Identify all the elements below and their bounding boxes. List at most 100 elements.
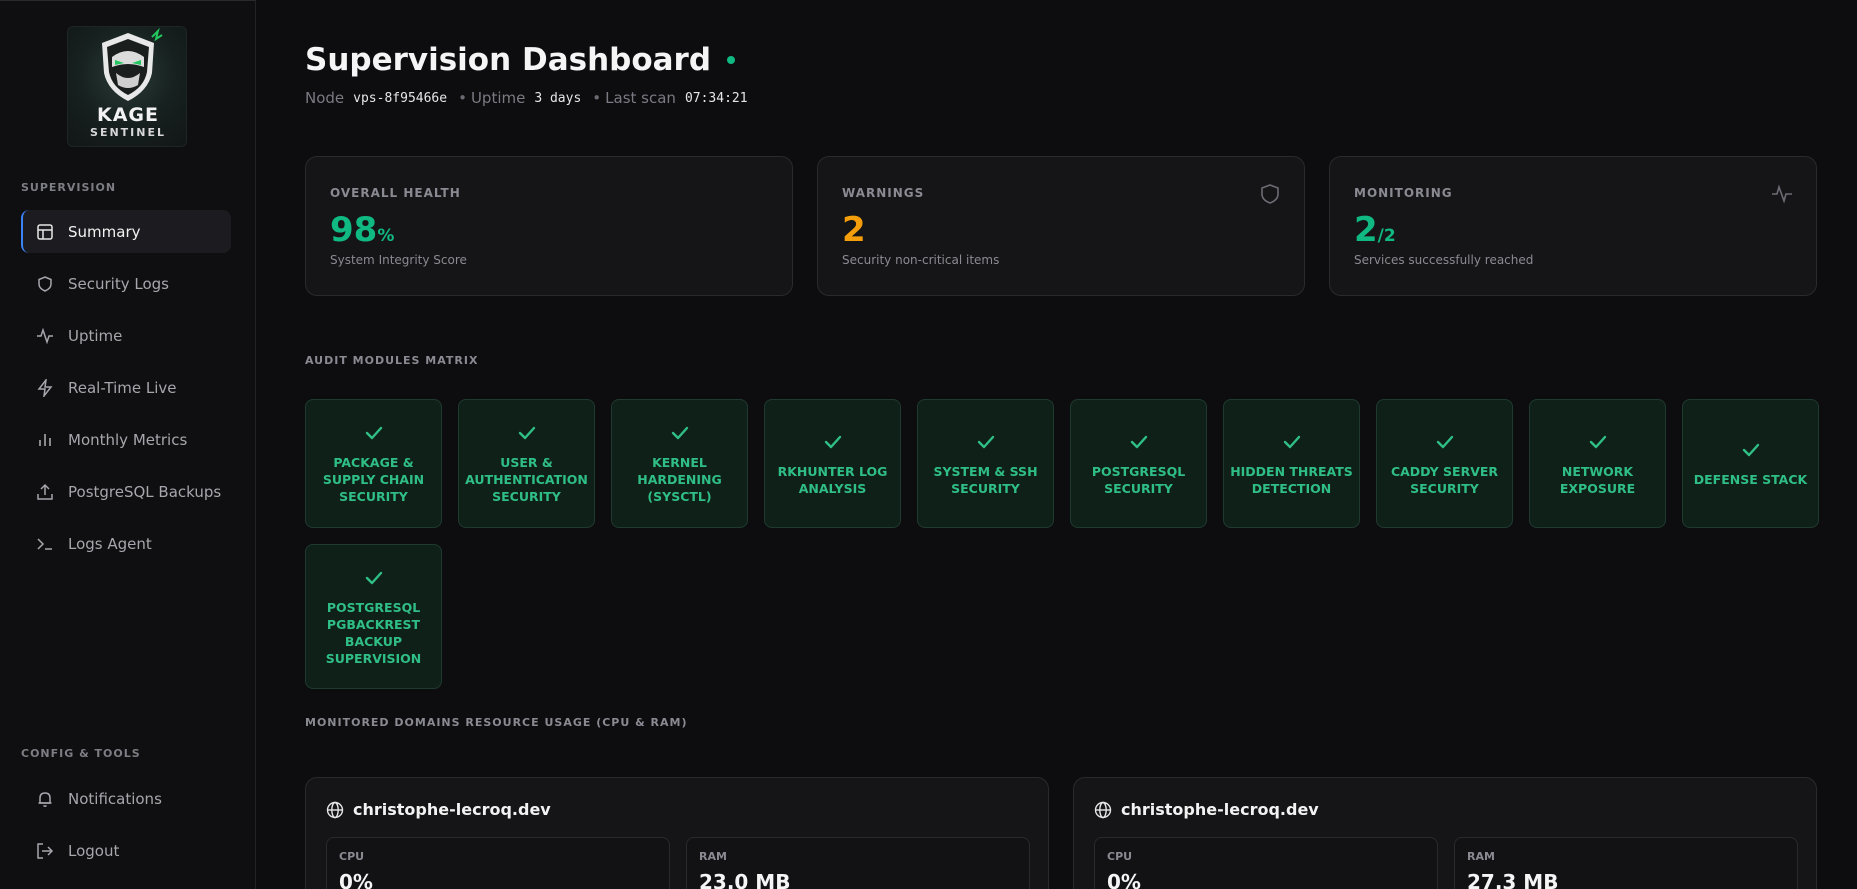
check-icon — [518, 426, 535, 440]
card-value: 98% — [330, 210, 394, 250]
audit-section-title: AUDIT MODULES MATRIX — [305, 354, 479, 367]
domain-card: christophe-lecroq.dev CPU 0% RAM 27.3 MB — [1073, 777, 1817, 889]
module-title: NETWORK EXPOSURE — [1559, 463, 1636, 496]
audit-module-tile[interactable]: HIDDEN THREATS DETECTION — [1223, 399, 1360, 528]
sidebar-item-logout[interactable]: Logout — [21, 829, 231, 872]
sidebar-item-security-logs[interactable]: Security Logs — [21, 262, 231, 305]
ram-metric: RAM 27.3 MB — [1454, 837, 1798, 889]
sidebar-item-logs-agent[interactable]: Logs Agent — [21, 522, 231, 565]
kage-sentinel-logo[interactable]: KAGE SENTINEL — [67, 26, 187, 147]
lightning-icon — [36, 376, 54, 399]
brand-subname: SENTINEL — [90, 126, 166, 139]
ninja-shield-icon — [102, 27, 163, 101]
metric-label: CPU — [339, 850, 365, 863]
node-value: vps-8f95466e — [353, 90, 448, 106]
check-icon — [1436, 435, 1453, 448]
check-icon — [1589, 435, 1606, 448]
audit-module-tile[interactable]: POSTGRESQL SECURITY — [1070, 399, 1207, 528]
check-icon — [671, 426, 688, 440]
card-value: 2 — [842, 210, 866, 250]
cpu-metric: CPU 0% — [1094, 837, 1438, 889]
ram-value: 23.0 MB — [699, 870, 791, 889]
sidebar-item-label: Real-Time Live — [68, 378, 177, 397]
module-title: POSTGRESQL PGBACKREST BACKUP SUPERVISION — [325, 599, 422, 666]
domain-name: christophe-lecroq.dev — [353, 800, 551, 819]
overall-health-card: OVERALL HEALTH 98% System Integrity Scor… — [305, 156, 793, 296]
globe-icon — [1094, 801, 1112, 818]
main-content: Supervision Dashboard Node vps-8f95466e … — [257, 0, 1857, 889]
module-title: HIDDEN THREATS DETECTION — [1230, 463, 1353, 496]
sidebar-item-label: Logout — [68, 841, 120, 860]
uptime-label: Uptime — [470, 89, 526, 107]
shield-icon — [1261, 184, 1279, 204]
sidebar-item-monthly-metrics[interactable]: Monthly Metrics — [21, 418, 231, 461]
sidebar-item-real-time-live[interactable]: Real-Time Live — [21, 366, 231, 409]
upload-icon — [36, 483, 54, 501]
bell-icon — [36, 790, 54, 808]
module-title: POSTGRESQL SECURITY — [1091, 463, 1186, 496]
audit-module-tile[interactable]: PACKAGE & SUPPLY CHAIN SECURITY — [305, 399, 442, 528]
check-icon — [365, 571, 382, 584]
live-status-dot — [727, 56, 736, 64]
terminal-icon — [36, 535, 54, 553]
page-header: Supervision Dashboard — [305, 42, 736, 78]
sidebar-item-label: Summary — [68, 222, 141, 241]
uptime-value: 3 days — [534, 90, 582, 106]
health-score: 98 — [330, 210, 378, 250]
sidebar-item-label: Security Logs — [68, 274, 169, 293]
audit-module-tile[interactable]: KERNEL HARDENING (SYSCTL) — [611, 399, 748, 528]
audit-module-tile[interactable]: NETWORK EXPOSURE — [1529, 399, 1666, 528]
monitoring-count: 2 — [1354, 210, 1378, 250]
audit-module-tile[interactable]: POSTGRESQL PGBACKREST BACKUP SUPERVISION — [305, 544, 442, 689]
page-title: Supervision Dashboard — [305, 42, 712, 78]
check-icon — [1130, 435, 1147, 448]
domain-card: christophe-lecroq.dev CPU 0% RAM 23.0 MB — [305, 777, 1049, 889]
ram-value: 27.3 MB — [1467, 870, 1559, 889]
module-title: SYSTEM & SSH SECURITY — [933, 463, 1038, 496]
domain-header: christophe-lecroq.dev — [326, 800, 551, 819]
check-icon — [365, 426, 382, 440]
audit-module-tile[interactable]: DEFENSE STACK — [1682, 399, 1819, 528]
check-icon — [1283, 435, 1300, 448]
sidebar-item-uptime[interactable]: Uptime — [21, 314, 231, 357]
module-title: RKHUNTER LOG ANALYSIS — [777, 463, 888, 496]
metric-label: RAM — [699, 850, 727, 863]
sidebar-item-label: Uptime — [68, 326, 123, 345]
sidebar-item-label: Notifications — [68, 789, 162, 808]
monitoring-card: MONITORING 2/2 Services successfully rea… — [1329, 156, 1817, 296]
card-description: Security non-critical items — [842, 253, 1000, 267]
audit-module-tile[interactable]: USER & AUTHENTICATION SECURITY — [458, 399, 595, 528]
cpu-metric: CPU 0% — [326, 837, 670, 889]
audit-module-tile[interactable]: SYSTEM & SSH SECURITY — [917, 399, 1054, 528]
cpu-value: 0% — [1107, 870, 1141, 889]
health-suffix: % — [377, 226, 395, 246]
check-icon — [1742, 443, 1759, 457]
check-icon — [977, 435, 994, 448]
sidebar-item-postgresql-backups[interactable]: PostgreSQL Backups — [21, 470, 231, 513]
cpu-value: 0% — [339, 870, 373, 889]
node-label: Node — [305, 89, 345, 107]
card-value: 2/2 — [1354, 210, 1396, 250]
monitoring-suffix: /2 — [1377, 226, 1396, 246]
section-label-supervision: SUPERVISION — [21, 181, 117, 194]
scan-value: 07:34:21 — [684, 90, 748, 106]
warnings-count: 2 — [842, 210, 866, 250]
card-label: WARNINGS — [842, 186, 925, 200]
module-title: KERNEL HARDENING (SYSCTL) — [637, 455, 722, 504]
module-title: PACKAGE & SUPPLY CHAIN SECURITY — [322, 455, 425, 504]
sidebar-item-notifications[interactable]: Notifications — [21, 777, 231, 820]
domains-section-title: MONITORED DOMAINS RESOURCE USAGE (CPU & … — [305, 716, 688, 729]
sidebar-item-label: Monthly Metrics — [68, 430, 188, 449]
logout-icon — [36, 842, 54, 860]
module-title: USER & AUTHENTICATION SECURITY — [465, 455, 588, 504]
sidebar-item-summary[interactable]: Summary — [21, 210, 231, 253]
audit-module-tile[interactable]: CADDY SERVER SECURITY — [1376, 399, 1513, 528]
layout-icon — [36, 223, 54, 241]
domain-name: christophe-lecroq.dev — [1121, 800, 1319, 819]
check-icon — [824, 435, 841, 448]
audit-module-tile[interactable]: RKHUNTER LOG ANALYSIS — [764, 399, 901, 528]
node-info: Node vps-8f95466e • Uptime 3 days • Last… — [305, 89, 759, 107]
scan-label: Last scan — [605, 89, 676, 107]
brand-name: KAGE — [96, 104, 159, 126]
module-title: CADDY SERVER SECURITY — [1390, 463, 1499, 496]
